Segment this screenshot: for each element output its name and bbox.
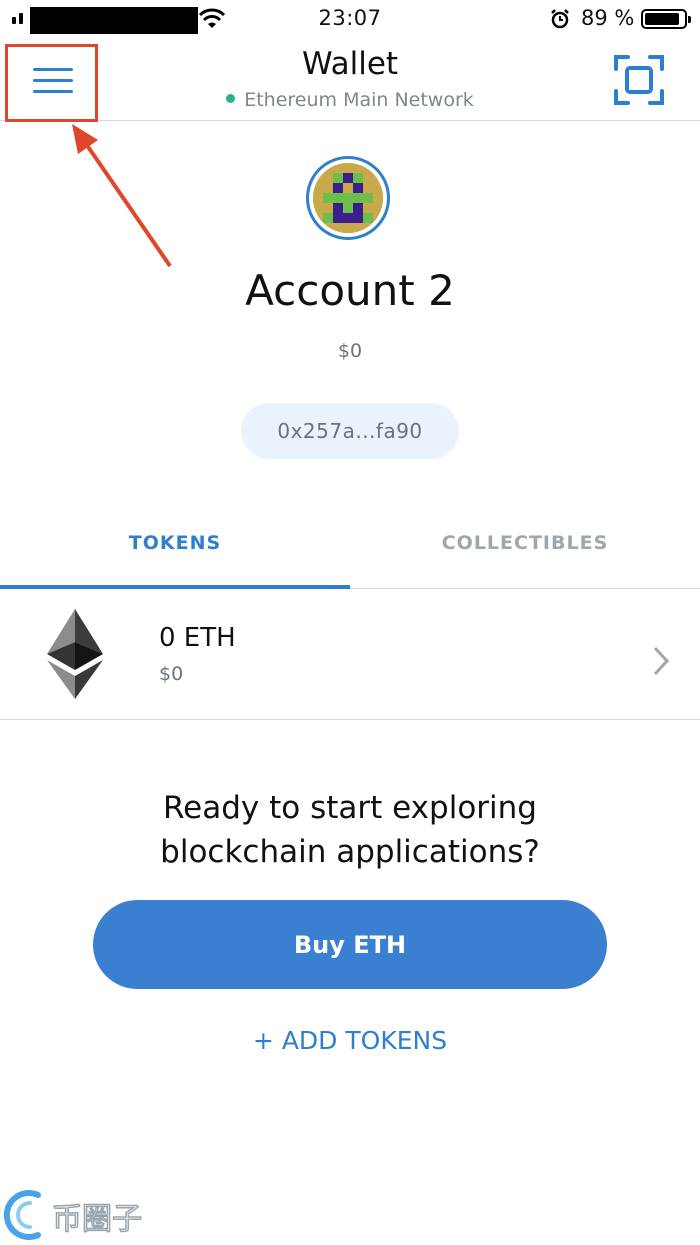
chevron-right-icon [653,646,670,676]
buy-eth-button[interactable]: Buy ETH [93,900,607,989]
alarm-icon [551,9,569,29]
account-address-button[interactable]: 0x257a...fa90 [241,403,459,459]
battery-percentage: 89 % [581,6,635,30]
explore-prompt-line: Ready to start exploring [163,790,537,826]
explore-prompt-line: blockchain applications? [160,834,540,870]
identicon [313,163,383,233]
status-bar: 23:07 89 % [0,0,700,38]
network-status-dot [226,94,236,103]
page-title: Wallet [301,46,399,82]
token-fiat-value: $0 [159,663,184,685]
watermark-logo: 币圈子 [3,1190,143,1240]
app-header: Wallet Ethereum Main Network [0,38,700,121]
qr-scan-icon[interactable] [613,54,665,106]
explore-prompt: Ready to start exploring blockchain appl… [0,786,700,874]
account-balance: $0 [337,340,363,362]
ethereum-icon [47,609,103,699]
tab-collectibles[interactable]: COLLECTIBLES [350,500,700,586]
tab-tokens[interactable]: TOKENS [0,500,350,586]
token-amount: 0 ETH [159,623,236,653]
account-avatar[interactable] [306,156,390,240]
annotation-arrow [72,124,172,268]
battery-icon [641,9,691,29]
network-selector[interactable]: Ethereum Main Network [0,89,700,111]
network-name: Ethereum Main Network [244,89,474,111]
add-tokens-link[interactable]: + ADD TOKENS [0,1026,700,1055]
watermark-text: 币圈子 [52,1202,142,1237]
token-list-item[interactable]: 0 ETH $0 [0,589,700,720]
account-name[interactable]: Account 2 [0,266,700,315]
wallet-tabs: TOKENS COLLECTIBLES [0,500,700,589]
annotation-highlight-box [5,44,98,122]
